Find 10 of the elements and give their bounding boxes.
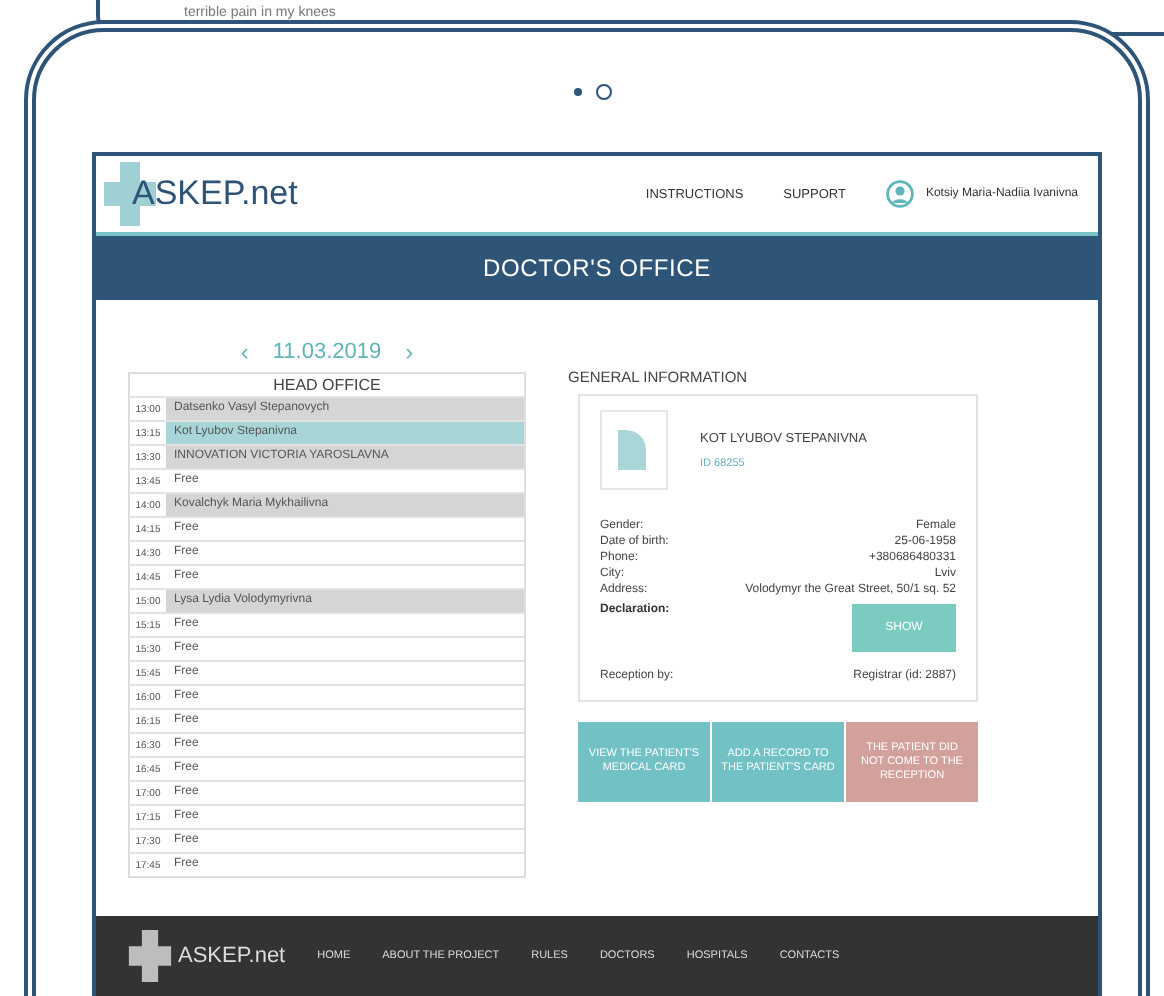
user-avatar-icon[interactable]	[885, 180, 914, 208]
medical-cross-icon	[128, 930, 172, 982]
sensor-icon	[574, 88, 582, 96]
date-label: 11.03.2019	[272, 340, 382, 364]
footer-logo-text[interactable]: ASKEP.net	[178, 944, 286, 968]
logo-text[interactable]: ASKEP.net	[132, 174, 298, 214]
camera-icon	[596, 84, 612, 100]
page-title: DOCTOR'S OFFICE	[483, 254, 711, 282]
document-icon	[618, 430, 646, 470]
schedule-title: HEAD OFFICE	[271, 374, 383, 396]
